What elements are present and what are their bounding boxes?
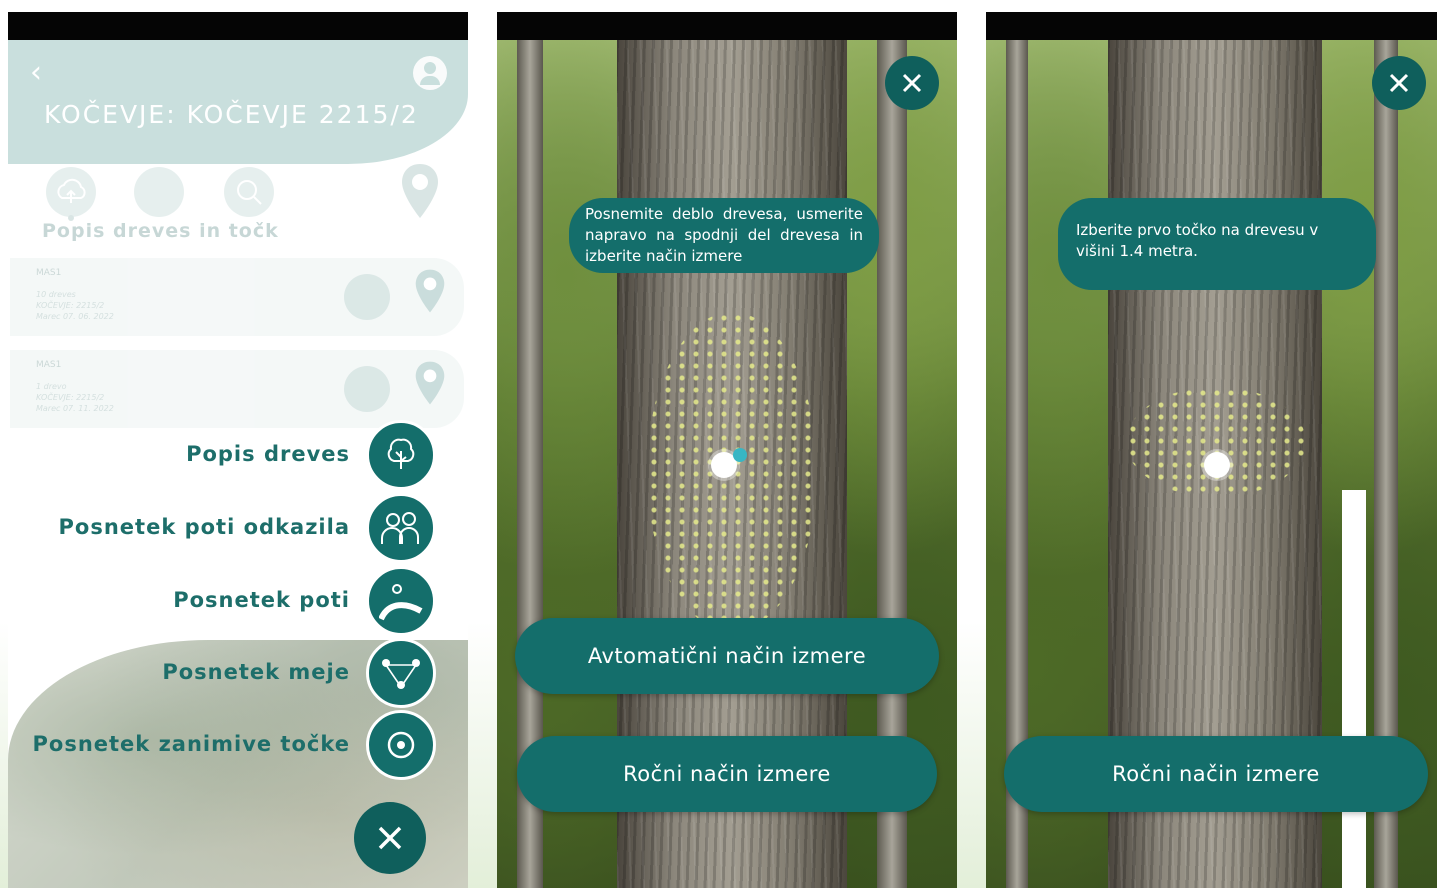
path-icon[interactable] — [366, 566, 436, 636]
measurement-point — [1204, 452, 1230, 478]
manual-measure-button[interactable]: Ročni način izmere — [517, 736, 937, 812]
card-line: 1 drevo — [36, 382, 67, 391]
close-icon[interactable] — [885, 56, 939, 110]
people-icon[interactable] — [366, 493, 436, 563]
card-line: Marec 07. 11. 2022 — [36, 404, 114, 413]
close-icon[interactable] — [1372, 56, 1426, 110]
target-icon[interactable] — [366, 710, 436, 780]
globe-icon — [134, 167, 184, 217]
card-line: Marec 07. 06. 2022 — [36, 312, 114, 321]
close-icon[interactable] — [354, 802, 426, 874]
menu-label-posnetek-zanimive-tocke[interactable]: Posnetek zanimive točke — [33, 732, 351, 756]
status-bar — [986, 12, 1437, 40]
cloud-upload-icon — [344, 366, 390, 412]
card-line: 10 dreves — [36, 290, 76, 299]
menu-label-popis-dreves[interactable]: Popis dreves — [186, 442, 350, 466]
card-line: KOČEVJE: 2215/2 — [36, 393, 105, 402]
cloud-upload-icon — [46, 167, 96, 217]
menu-label-posnetek-poti-odkazila[interactable]: Posnetek poti odkazila — [59, 515, 350, 539]
instruction-tooltip: Posnemite deblo drevesa, usmerite naprav… — [569, 198, 879, 273]
map-pin-icon — [415, 361, 445, 405]
tree-mark — [733, 448, 747, 462]
user-icon[interactable] — [413, 56, 447, 90]
card-title: MAS1 — [36, 268, 62, 278]
manual-measure-button[interactable]: Ročni način izmere — [1004, 736, 1428, 812]
status-bar — [8, 12, 468, 40]
camera-screen-auto: Posnemite deblo drevesa, usmerite naprav… — [497, 12, 957, 888]
menu-label-posnetek-meje[interactable]: Posnetek meje — [162, 660, 350, 684]
map-pin-icon — [415, 269, 445, 313]
search-tree-icon — [224, 167, 274, 217]
card-title: MAS1 — [36, 360, 62, 370]
chevron-left-icon[interactable]: ‹ — [30, 58, 42, 88]
app-header: ‹ KOČEVJE: KOČEVJE 2215/2 — [8, 40, 468, 164]
boundary-icon[interactable] — [366, 638, 436, 708]
status-bar — [497, 12, 957, 40]
tree-survey-screen: ‹ KOČEVJE: KOČEVJE 2215/2 Popis dreves i… — [8, 12, 468, 888]
map-pin-icon — [402, 164, 438, 218]
lichen-spots — [1126, 387, 1306, 497]
measuring-pole — [1342, 490, 1366, 888]
menu-label-posnetek-poti[interactable]: Posnetek poti — [173, 588, 350, 612]
cloud-upload-icon — [344, 274, 390, 320]
list-item: MAS1 10 dreves KOČEVJE: 2215/2 Marec 07.… — [10, 258, 464, 336]
tree-icon[interactable] — [366, 420, 436, 490]
tabs-label: Popis dreves in točk — [42, 220, 279, 242]
instruction-tooltip: Izberite prvo točko na drevesu v višini … — [1058, 198, 1376, 290]
page-title: KOČEVJE: KOČEVJE 2215/2 — [44, 100, 419, 129]
camera-screen-manual: Izberite prvo točko na drevesu v višini … — [986, 12, 1437, 888]
auto-measure-button[interactable]: Avtomatični način izmere — [515, 618, 939, 694]
card-line: KOČEVJE: 2215/2 — [36, 301, 105, 310]
list-item: MAS1 1 drevo KOČEVJE: 2215/2 Marec 07. 1… — [10, 350, 464, 428]
